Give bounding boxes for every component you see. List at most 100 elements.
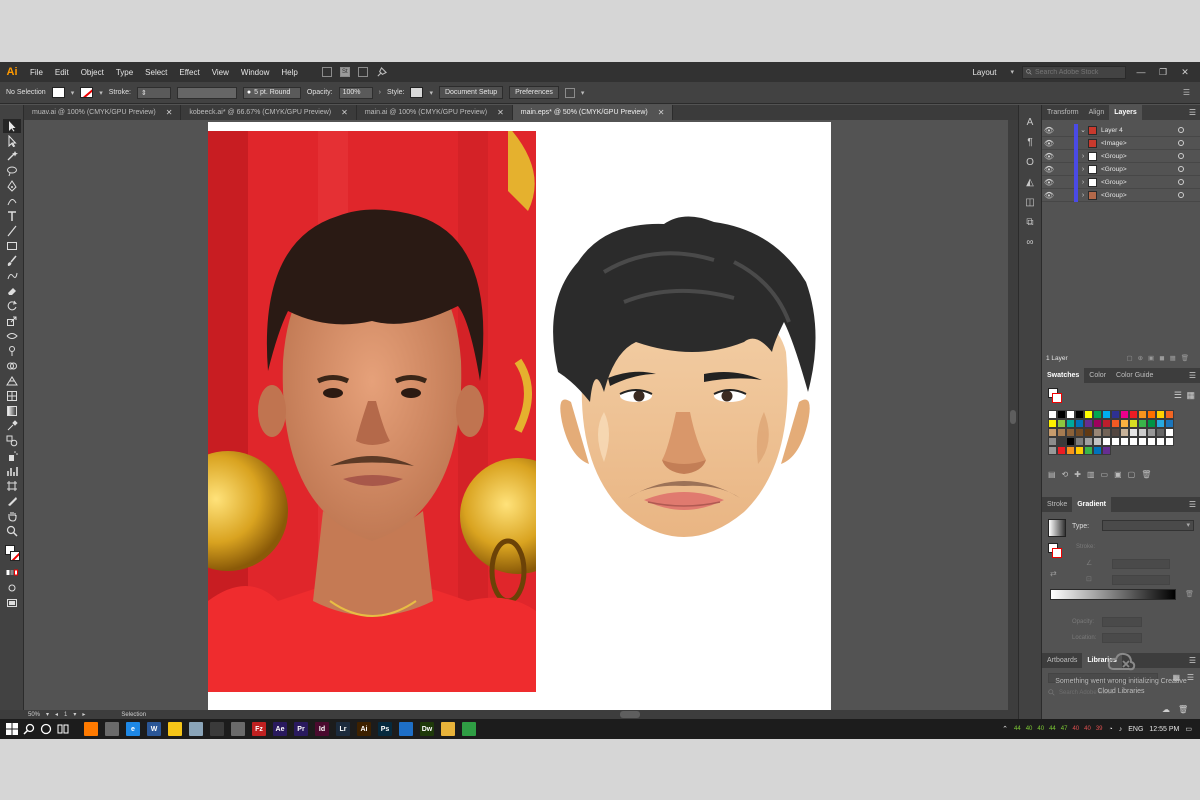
selection-tool[interactable] <box>2 119 21 133</box>
tab-transform[interactable]: Transform <box>1042 105 1084 120</box>
taskbar-app-icon[interactable] <box>231 722 245 736</box>
tab-color-guide[interactable]: Color Guide <box>1111 368 1158 383</box>
reference-photo[interactable] <box>208 131 536 692</box>
direct-selection-tool[interactable] <box>3 134 21 148</box>
color-swatch[interactable] <box>1147 437 1156 446</box>
screen-mode[interactable] <box>3 596 21 610</box>
color-swatch[interactable] <box>1066 446 1075 455</box>
taskbar-app-icon[interactable] <box>105 722 119 736</box>
chevron-down-icon[interactable]: ▾ <box>46 711 49 718</box>
sublayer-row[interactable]: 👁 <Image> <box>1042 136 1200 150</box>
zoom-level[interactable]: 50% <box>28 712 40 718</box>
layer-row[interactable]: 👁 ⌄ Layer 4 <box>1042 123 1200 137</box>
close-icon[interactable]: ✕ <box>166 108 173 117</box>
artboard[interactable] <box>208 122 831 710</box>
color-swatch[interactable] <box>1138 428 1147 437</box>
target-icon[interactable] <box>1178 153 1184 159</box>
list-view-icon[interactable]: ☰ <box>1174 390 1182 401</box>
sublayer-row[interactable]: 👁 › <Group> <box>1042 162 1200 176</box>
language-indicator[interactable]: ENG <box>1128 726 1143 733</box>
delete-stop-icon[interactable]: 🗑 <box>1185 590 1194 598</box>
artboard-number[interactable]: 1 <box>64 712 67 718</box>
stroke-swatch[interactable] <box>80 87 94 98</box>
gradient-preview[interactable] <box>1048 519 1066 537</box>
paintbrush-tool[interactable] <box>3 254 21 268</box>
stock-search[interactable] <box>1022 65 1126 79</box>
panel-menu-icon[interactable]: ☰ <box>1189 500 1196 509</box>
sublayer-row[interactable]: 👁 › <Group> <box>1042 175 1200 189</box>
windows-start-icon[interactable] <box>6 723 18 735</box>
color-swatch[interactable] <box>1075 437 1084 446</box>
canvas-area[interactable] <box>24 120 1018 710</box>
sublayer-name[interactable]: <Group> <box>1101 192 1127 199</box>
layer-name[interactable]: Layer 4 <box>1101 127 1123 134</box>
volume-icon[interactable]: ♪ <box>1119 726 1123 733</box>
color-swatch[interactable] <box>1093 419 1102 428</box>
sublayer-row[interactable]: 👁 › <Group> <box>1042 149 1200 163</box>
chevron-down-icon[interactable]: ▾ <box>73 711 76 718</box>
taskbar-app-icon[interactable]: Lr <box>336 722 350 736</box>
variable-width-profile[interactable] <box>176 86 237 99</box>
color-swatch[interactable] <box>1102 428 1111 437</box>
color-swatch[interactable] <box>1075 446 1084 455</box>
swatch-actions-icons[interactable]: ▤⟲✚▥▭▣▢🗑 <box>1048 470 1157 479</box>
doc-tab-main-ai[interactable]: main.ai @ 100% (CMYK/GPU Preview) ✕ <box>357 105 513 120</box>
color-swatch[interactable] <box>1129 428 1138 437</box>
taskbar-app-icon[interactable] <box>441 722 455 736</box>
color-swatch[interactable] <box>1156 419 1165 428</box>
gradient-slider[interactable] <box>1050 589 1176 600</box>
menu-view[interactable]: View <box>206 68 235 77</box>
target-icon[interactable] <box>1178 192 1184 198</box>
artboard-next-icon[interactable]: ▸ <box>82 711 85 718</box>
wifi-icon[interactable]: ◔ <box>1109 726 1113 733</box>
taskbar-app-icon[interactable] <box>462 722 476 736</box>
swatch-fill-stroke[interactable] <box>1048 388 1062 403</box>
gpu-rocket-icon[interactable] <box>376 66 387 78</box>
color-swatch[interactable] <box>1102 410 1111 419</box>
chevron-right-icon[interactable]: › <box>1078 153 1088 160</box>
gradient-tool[interactable] <box>3 404 21 418</box>
color-modes[interactable] <box>3 566 21 580</box>
preferences-button[interactable]: Preferences <box>509 86 559 99</box>
stock-icon[interactable]: St <box>339 67 350 77</box>
color-swatch[interactable] <box>1156 437 1165 446</box>
document-setup-button[interactable]: Document Setup <box>438 86 504 99</box>
color-swatch[interactable] <box>1102 419 1111 428</box>
stop-opacity-field[interactable] <box>1102 617 1142 627</box>
close-icon[interactable]: ✕ <box>497 108 504 117</box>
width-tool[interactable] <box>3 329 21 343</box>
taskbar-app-icon[interactable] <box>168 722 182 736</box>
close-icon[interactable]: ✕ <box>341 108 348 117</box>
mesh-tool[interactable] <box>3 389 21 403</box>
chevron-right-icon[interactable]: › <box>1078 179 1088 186</box>
restore-button[interactable]: ❐ <box>1156 67 1170 78</box>
color-swatch[interactable] <box>1111 419 1120 428</box>
angle-field[interactable] <box>1112 559 1170 569</box>
color-swatch[interactable] <box>1066 437 1075 446</box>
color-swatch[interactable] <box>1120 410 1129 419</box>
eye-icon[interactable]: 👁 <box>1042 178 1056 187</box>
zoom-tool[interactable] <box>3 524 21 538</box>
color-swatch[interactable] <box>1120 428 1129 437</box>
taskbar-app-icon[interactable]: W <box>147 722 161 736</box>
color-swatch[interactable] <box>1120 419 1129 428</box>
bridge-icon[interactable] <box>321 67 332 77</box>
taskbar-app-icon[interactable] <box>210 722 224 736</box>
color-swatch[interactable] <box>1048 410 1057 419</box>
magic-wand-tool[interactable] <box>3 149 21 163</box>
color-swatch[interactable] <box>1147 428 1156 437</box>
color-swatch[interactable] <box>1057 437 1066 446</box>
artboard-tool[interactable] <box>3 479 21 493</box>
color-swatch[interactable] <box>1093 446 1102 455</box>
vertical-scroll-thumb[interactable] <box>1010 410 1016 424</box>
chevron-down-icon[interactable]: ▾ <box>99 89 103 97</box>
color-swatch[interactable] <box>1111 428 1120 437</box>
control-menu-icon[interactable]: ☰ <box>1183 88 1190 97</box>
paragraph-panel-icon[interactable]: ¶ <box>1022 137 1038 151</box>
eyedropper-tool[interactable] <box>3 419 21 433</box>
workspace-switcher[interactable]: Layout <box>966 68 1002 77</box>
tab-layers[interactable]: Layers <box>1109 105 1142 120</box>
eye-icon[interactable]: 👁 <box>1042 191 1056 200</box>
chevron-down-icon[interactable]: ▾ <box>581 89 585 97</box>
taskbar-app-icon[interactable] <box>189 722 203 736</box>
